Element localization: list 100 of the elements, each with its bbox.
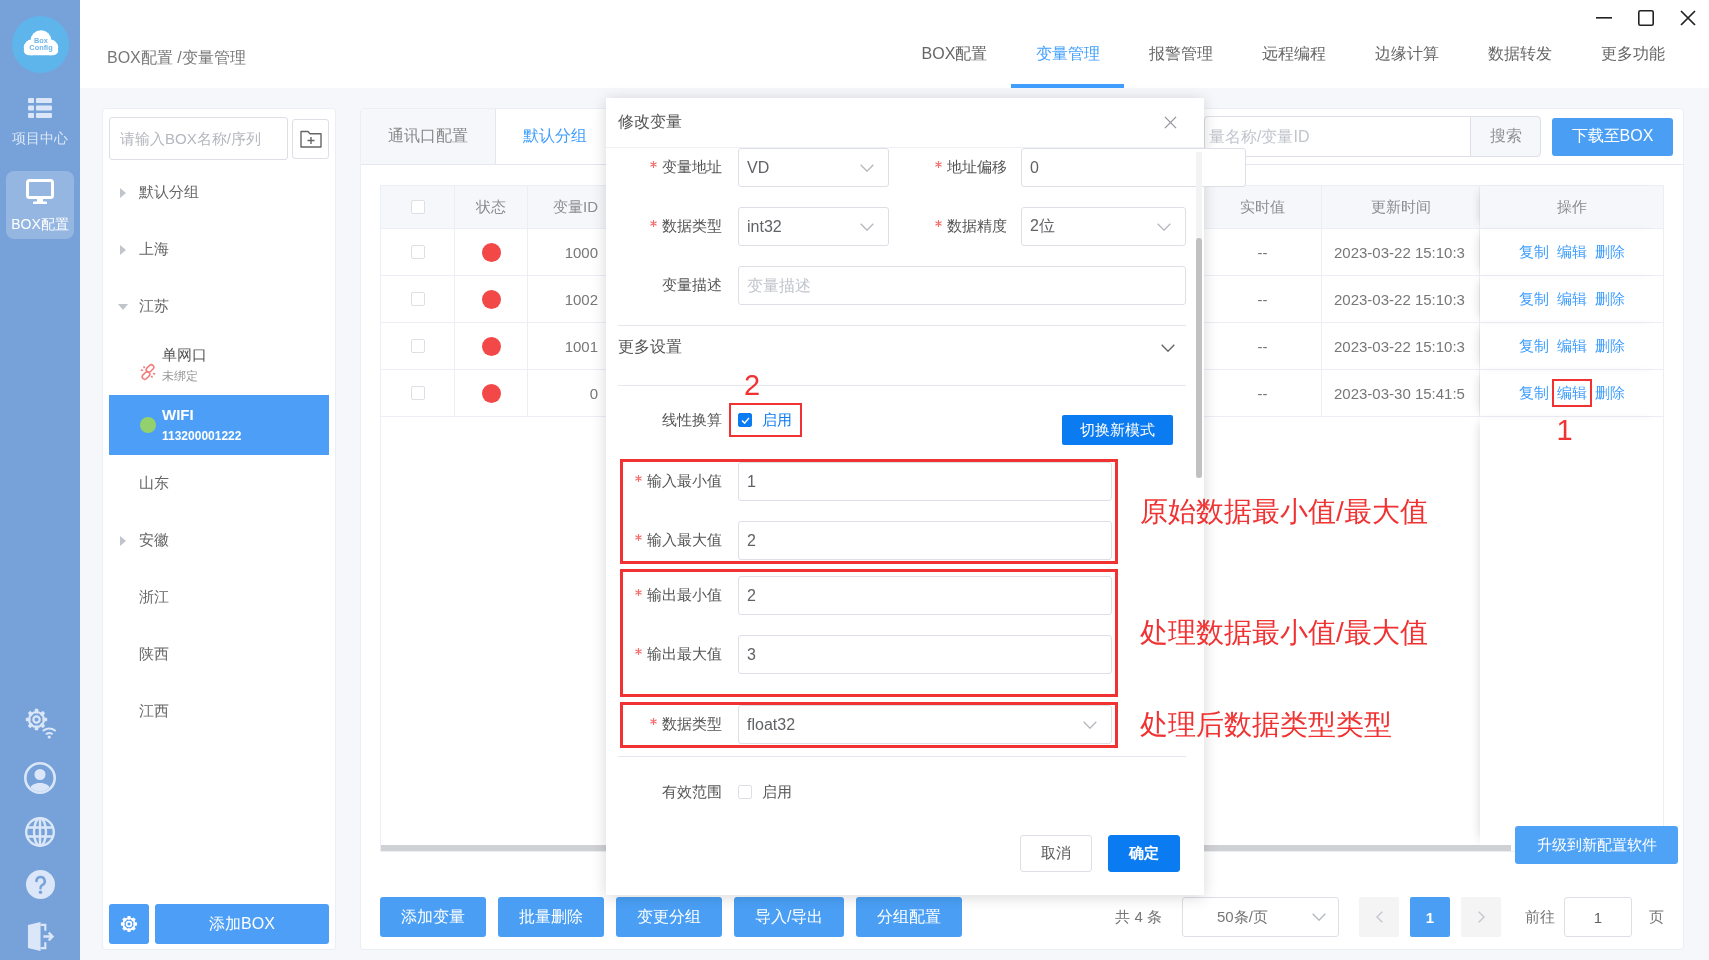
nav-tab[interactable]: 更多功能 (1576, 36, 1689, 88)
tree-item[interactable]: 陕西 (109, 626, 329, 683)
action-link[interactable]: 复制 (1518, 290, 1549, 308)
tree-item[interactable]: 默认分组 (109, 164, 329, 221)
sidebar-nav-item[interactable]: 项目中心 (6, 88, 74, 156)
field-label: 输出最小值 (647, 586, 722, 605)
globe-icon[interactable] (25, 817, 55, 847)
exit-icon[interactable] (26, 922, 54, 951)
action-link[interactable]: 复制 (1518, 337, 1549, 355)
column-header: 更新时间 (1322, 186, 1480, 229)
settings-button[interactable] (109, 904, 149, 944)
user-icon[interactable] (24, 762, 56, 794)
page-input[interactable]: 1 (1564, 897, 1632, 937)
table-cell: 2023-03-22 15:10:3 (1322, 323, 1480, 370)
action-link[interactable]: 编辑 (1556, 337, 1587, 355)
field-label: 数据精度 (947, 217, 1007, 236)
input-field[interactable]: 2 (738, 576, 1112, 615)
page-size-select[interactable]: 50条/页 (1182, 897, 1339, 937)
search-button[interactable]: 搜索 (1470, 116, 1541, 157)
select-field[interactable]: float32 (738, 705, 1112, 744)
annotation-text: 处理后数据类型类型 (1140, 708, 1392, 742)
chevron-right-icon (1477, 911, 1485, 923)
search-field[interactable]: 请输入BOX名称/序列 (109, 117, 288, 160)
checkmark-icon (740, 416, 750, 424)
annotation-number: 1 (1556, 417, 1573, 443)
field-label: 线性换算 (662, 410, 722, 430)
nav-tab[interactable]: 边缘计算 (1350, 36, 1463, 88)
toolbar-button[interactable]: 批量删除 (498, 897, 604, 937)
input-field[interactable]: 3 (738, 635, 1112, 674)
input-field[interactable]: 变量描述 (738, 266, 1186, 305)
action-link[interactable]: 删除 (1594, 337, 1625, 355)
tree-item[interactable]: 江西 (109, 683, 329, 740)
minimize-icon[interactable] (1596, 17, 1612, 19)
checkbox-label[interactable]: 启用 (762, 410, 792, 430)
field-label: 变量描述 (662, 276, 722, 295)
action-link[interactable]: 删除 (1594, 384, 1625, 402)
search-field[interactable]: 量名称/变量ID (1204, 116, 1470, 157)
checkbox-label[interactable]: 启用 (762, 782, 792, 802)
toolbar-button[interactable]: 导入/导出 (734, 897, 845, 937)
device-name: 单网口 (162, 346, 207, 364)
field-label: 输入最大值 (647, 531, 722, 550)
add-box-button[interactable]: 添加BOX (155, 904, 329, 944)
action-link[interactable]: 删除 (1594, 243, 1625, 261)
chevron-left-icon (1375, 911, 1383, 923)
action-link[interactable]: 编辑 (1556, 384, 1587, 402)
goto-label: 前往 (1525, 907, 1555, 927)
chevron-down-icon (1083, 720, 1097, 729)
toolbar-button[interactable]: 变更分组 (616, 897, 722, 937)
previous-page-button[interactable] (1359, 897, 1399, 937)
tree-item[interactable]: 江苏 (109, 278, 329, 335)
tree-item[interactable]: 单网口 未绑定 (109, 335, 329, 395)
nav-tab[interactable]: 数据转发 (1463, 36, 1576, 88)
input-field[interactable]: 0 (1021, 148, 1246, 187)
download-button[interactable]: 下载至BOX (1552, 117, 1673, 156)
add-folder-button[interactable] (292, 118, 329, 159)
tree-item[interactable]: 安徽 (109, 512, 329, 569)
tab[interactable]: 通讯口配置 (361, 109, 496, 164)
collapse-header[interactable]: 更多设置 (618, 325, 1186, 367)
tree-item[interactable]: 山东 (109, 455, 329, 512)
action-link[interactable]: 编辑 (1556, 290, 1587, 308)
nav-tab[interactable]: 远程编程 (1237, 36, 1350, 88)
nav-tab[interactable]: 报警管理 (1124, 36, 1237, 88)
close-icon[interactable] (1680, 10, 1696, 26)
input-field[interactable]: 2 (738, 521, 1112, 560)
action-link[interactable]: 编辑 (1556, 243, 1587, 261)
maximize-icon[interactable] (1638, 10, 1654, 26)
nav-tab[interactable]: BOX配置 (898, 36, 1011, 88)
tree-item[interactable]: 浙江 (109, 569, 329, 626)
input-field[interactable]: 1 (738, 462, 1112, 501)
action-link[interactable]: 复制 (1518, 384, 1549, 402)
field-label: 数据类型 (662, 217, 722, 236)
toolbar-button[interactable]: 分组配置 (856, 897, 963, 937)
upgrade-button[interactable]: 升级到新配置软件 (1515, 826, 1678, 864)
switch-mode-button[interactable]: 切换新模式 (1062, 415, 1173, 445)
field-label: 地址偏移 (947, 158, 1007, 177)
settings-icon[interactable] (24, 707, 56, 739)
select-field[interactable]: int32 (738, 207, 889, 246)
select-field[interactable]: 2位 (1021, 207, 1186, 246)
select-field[interactable]: VD (738, 148, 889, 187)
checkbox[interactable] (738, 413, 752, 427)
annotation-number: 2 (744, 372, 761, 398)
action-link[interactable]: 删除 (1594, 290, 1625, 308)
help-icon[interactable] (25, 870, 55, 899)
page-suffix: 页 (1649, 907, 1664, 927)
chevron-down-icon (860, 222, 874, 231)
annotation-text: 原始数据最小值/最大值 (1140, 494, 1428, 529)
tree-item[interactable]: 上海 (109, 221, 329, 278)
annotation-text: 处理数据最小值/最大值 (1140, 616, 1428, 650)
confirm-button[interactable]: 确定 (1108, 835, 1180, 872)
page-button[interactable]: 1 (1410, 897, 1450, 937)
total-count: 共 4 条 (1115, 907, 1162, 927)
settings-icon (119, 914, 139, 934)
field-label: 数据类型 (662, 715, 722, 734)
toolbar-button[interactable]: 添加变量 (380, 897, 486, 937)
action-link[interactable]: 复制 (1518, 243, 1549, 261)
tree-item[interactable]: WIFI 113200001222 (109, 395, 329, 455)
next-page-button[interactable] (1461, 897, 1501, 937)
chevron-down-icon (1312, 913, 1326, 921)
cancel-button[interactable]: 取消 (1020, 835, 1092, 872)
field-label: 输入最小值 (647, 472, 722, 491)
